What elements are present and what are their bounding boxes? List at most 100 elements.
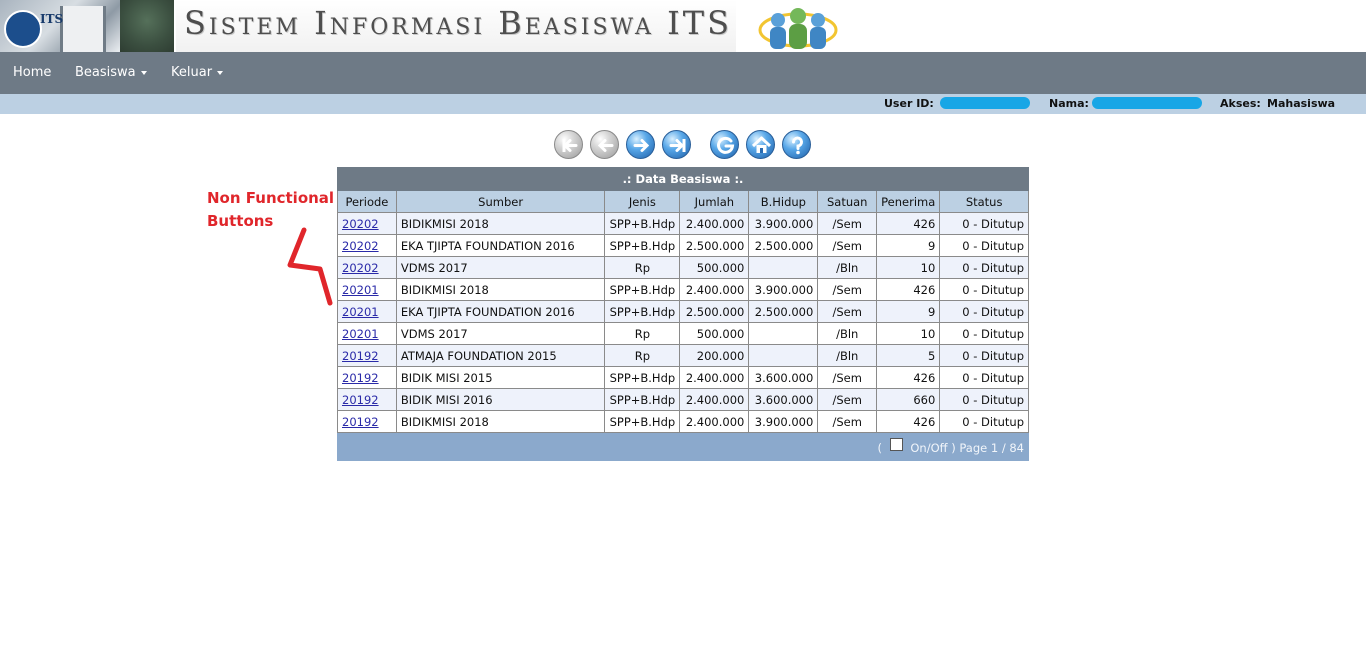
col-header-sumber: Sumber <box>395 190 606 213</box>
periode-link[interactable]: 20192 <box>342 349 379 363</box>
cell-jenis: SPP+B.Hdp <box>604 410 681 433</box>
cell-periode: 20192 <box>337 388 397 411</box>
periode-link[interactable]: 20201 <box>342 327 379 341</box>
cell-jenis: SPP+B.Hdp <box>604 212 681 235</box>
cell-penerima: 426 <box>876 212 941 235</box>
prev-icon[interactable] <box>590 130 619 159</box>
cell-periode: 20201 <box>337 322 397 345</box>
cell-sumber: BIDIKMISI 2018 <box>395 410 606 433</box>
user-id-label: User ID: <box>884 97 934 110</box>
caret-down-icon <box>140 70 147 75</box>
title-banner: Sistem Informasi Beasiswa ITS <box>176 0 736 52</box>
cell-jenis: SPP+B.Hdp <box>604 278 681 301</box>
cell-satuan: /Sem <box>817 410 878 433</box>
building-image <box>60 6 106 52</box>
table-row: 20201 BIDIKMISI 2018 SPP+B.Hdp 2.400.000 3.9… <box>337 278 1029 301</box>
periode-link[interactable]: 20192 <box>342 415 379 429</box>
cell-jumlah: 2.400.000 <box>679 278 750 301</box>
cell-bhidup <box>748 322 819 345</box>
cell-satuan: /Sem <box>817 212 878 235</box>
cell-status: 0 - Ditutup <box>939 256 1029 279</box>
cell-bhidup: 3.900.000 <box>748 410 819 433</box>
its-logo-photo: ITS <box>0 0 174 52</box>
cell-penerima: 10 <box>876 256 941 279</box>
cell-status: 0 - Ditutup <box>939 300 1029 323</box>
help-icon[interactable] <box>782 130 811 159</box>
periode-link[interactable]: 20201 <box>342 305 379 319</box>
onoff-label: On/Off <box>910 441 948 455</box>
nav-beasiswa-label: Beasiswa <box>75 65 136 80</box>
periode-link[interactable]: 20202 <box>342 239 379 253</box>
cell-bhidup <box>748 344 819 367</box>
periode-link[interactable]: 20202 <box>342 217 379 231</box>
table-row: 20192 BIDIKMISI 2018 SPP+B.Hdp 2.400.000 3.9… <box>337 410 1029 433</box>
table-body: 20202 BIDIKMISI 2018 SPP+B.Hdp 2.400.000 3.9… <box>337 212 1029 433</box>
cell-penerima: 660 <box>876 388 941 411</box>
table-row: 20192 BIDIK MISI 2015 SPP+B.Hdp 2.400.000 3.… <box>337 366 1029 389</box>
cell-jumlah: 200.000 <box>679 344 750 367</box>
cell-satuan: /Bln <box>817 344 878 367</box>
go-icon[interactable] <box>710 130 739 159</box>
cell-satuan: /Sem <box>817 388 878 411</box>
cell-status: 0 - Ditutup <box>939 388 1029 411</box>
cell-jenis: SPP+B.Hdp <box>604 234 681 257</box>
nav-keluar-dropdown[interactable]: Keluar <box>171 52 224 94</box>
cell-status: 0 - Ditutup <box>939 212 1029 235</box>
periode-link[interactable]: 20192 <box>342 393 379 407</box>
col-header-jenis: Jenis <box>604 190 681 213</box>
akses-value: Mahasiswa <box>1267 97 1336 110</box>
cell-sumber: BIDIK MISI 2016 <box>395 388 606 411</box>
cell-satuan: /Sem <box>817 300 878 323</box>
cell-periode: 20202 <box>337 212 397 235</box>
nav-keluar-label: Keluar <box>171 65 213 80</box>
tree-image <box>120 0 174 52</box>
col-header-bhidup: B.Hidup <box>748 190 819 213</box>
nav-home[interactable]: Home <box>13 52 51 94</box>
cell-periode: 20202 <box>337 234 397 257</box>
col-header-satuan: Satuan <box>817 190 878 213</box>
cell-bhidup: 3.600.000 <box>748 388 819 411</box>
cell-satuan: /Sem <box>817 366 878 389</box>
cell-periode: 20201 <box>337 278 397 301</box>
cell-penerima: 10 <box>876 322 941 345</box>
cell-periode: 20192 <box>337 366 397 389</box>
cell-jumlah: 500.000 <box>679 256 750 279</box>
annotation-arrow-icon <box>287 227 333 306</box>
periode-link[interactable]: 20202 <box>342 261 379 275</box>
cell-sumber: BIDIK MISI 2015 <box>395 366 606 389</box>
nav-home-label: Home <box>13 65 52 80</box>
next-icon[interactable] <box>626 130 655 159</box>
periode-link[interactable]: 20201 <box>342 283 379 297</box>
col-header-penerima: Penerima <box>876 190 941 213</box>
cell-sumber: VDMS 2017 <box>395 256 606 279</box>
periode-link[interactable]: 20192 <box>342 371 379 385</box>
cell-penerima: 9 <box>876 234 941 257</box>
table-row: 20202 EKA TJIPTA FOUNDATION 2016 SPP+B.Hdp… <box>337 234 1029 257</box>
cell-bhidup <box>748 256 819 279</box>
cell-periode: 20192 <box>337 410 397 433</box>
cell-bhidup: 2.500.000 <box>748 234 819 257</box>
cell-jenis: Rp <box>604 256 681 279</box>
nav-beasiswa-dropdown[interactable]: Beasiswa <box>75 52 147 94</box>
first-icon[interactable] <box>554 130 583 159</box>
last-icon[interactable] <box>662 130 691 159</box>
footer-open-paren: ( <box>877 441 883 455</box>
table-row: 20201 EKA TJIPTA FOUNDATION 2016 SPP+B.Hdp… <box>337 300 1029 323</box>
cell-sumber: EKA TJIPTA FOUNDATION 2016 <box>395 234 606 257</box>
cell-jenis: Rp <box>604 322 681 345</box>
col-header-status: Status <box>939 190 1029 213</box>
cell-satuan: /Sem <box>817 278 878 301</box>
onoff-checkbox[interactable] <box>889 438 903 451</box>
table-footer: ( On/Off ) Page 1 / 84 <box>337 432 1029 461</box>
cell-penerima: 426 <box>876 366 941 389</box>
cell-sumber: ATMAJA FOUNDATION 2015 <box>395 344 606 367</box>
cell-jenis: SPP+B.Hdp <box>604 366 681 389</box>
logo-text: ITS <box>40 12 64 26</box>
cell-jumlah: 2.400.000 <box>679 388 750 411</box>
cell-sumber: BIDIKMISI 2018 <box>395 212 606 235</box>
caret-down-icon <box>217 70 224 75</box>
col-header-jumlah: Jumlah <box>679 190 750 213</box>
home-icon[interactable] <box>746 130 775 159</box>
nama-redaction <box>1092 97 1202 109</box>
cell-status: 0 - Ditutup <box>939 410 1029 433</box>
